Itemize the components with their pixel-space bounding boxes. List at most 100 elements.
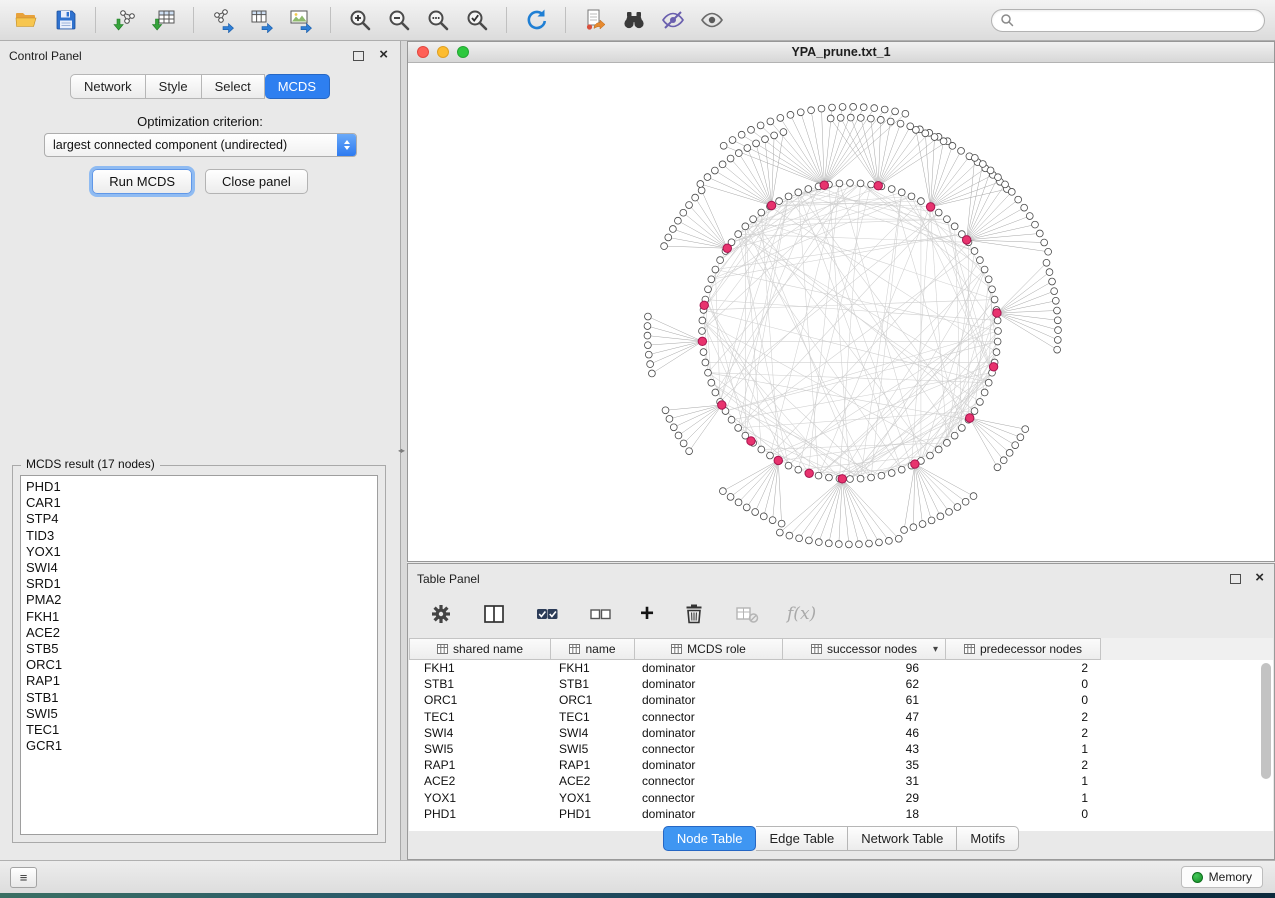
- table-cell: STB1: [551, 676, 635, 692]
- save-session-button[interactable]: [49, 3, 83, 37]
- zoom-selected-button[interactable]: [460, 3, 494, 37]
- column-header-shared-name[interactable]: shared name: [409, 638, 551, 660]
- table-row[interactable]: SWI4SWI4dominator462: [409, 725, 1273, 741]
- mcds-node[interactable]: PMA2: [26, 592, 372, 608]
- network-canvas: [408, 63, 1274, 561]
- open-file-button[interactable]: [10, 3, 44, 37]
- network-view[interactable]: [408, 63, 1274, 561]
- table-row[interactable]: YOX1YOX1connector291: [409, 790, 1273, 806]
- mcds-node[interactable]: SWI5: [26, 706, 372, 722]
- mcds-node[interactable]: GCR1: [26, 738, 372, 754]
- mcds-node[interactable]: ORC1: [26, 657, 372, 673]
- mcds-node[interactable]: RAP1: [26, 673, 372, 689]
- add-column-button[interactable]: +: [640, 604, 654, 624]
- export-network-icon: [210, 7, 236, 33]
- select-all-button[interactable]: [534, 601, 560, 627]
- run-mcds-button[interactable]: Run MCDS: [92, 169, 192, 194]
- memory-button[interactable]: Memory: [1181, 866, 1263, 888]
- table-cell: ACE2: [409, 773, 551, 789]
- function-builder-button-disabled: f(x): [787, 604, 816, 624]
- export-image-button[interactable]: [284, 3, 318, 37]
- table-scrollbar-thumb[interactable]: [1261, 663, 1271, 779]
- window-minimize-button[interactable]: [437, 46, 449, 58]
- deselect-all-button[interactable]: [587, 601, 613, 627]
- column-header-successor-nodes[interactable]: successor nodes ▾: [783, 638, 946, 660]
- table-panel-header: Table Panel ×: [408, 564, 1274, 592]
- network-window-titlebar[interactable]: YPA_prune.txt_1: [408, 42, 1274, 63]
- tab-select[interactable]: Select: [202, 74, 265, 99]
- mcds-node[interactable]: STP4: [26, 511, 372, 527]
- mcds-node[interactable]: SWI4: [26, 560, 372, 576]
- delete-column-button[interactable]: [681, 601, 707, 627]
- status-menu-button[interactable]: ≡: [10, 867, 37, 888]
- open-folder-icon: [14, 7, 40, 33]
- hide-selected-button[interactable]: [656, 3, 690, 37]
- zoom-out-button[interactable]: [382, 3, 416, 37]
- zoom-fit-button[interactable]: [421, 3, 455, 37]
- mcds-node[interactable]: YOX1: [26, 544, 372, 560]
- float-window-button[interactable]: [353, 51, 364, 61]
- mcds-node[interactable]: FKH1: [26, 609, 372, 625]
- close-panel-button[interactable]: ×: [379, 46, 388, 64]
- table-row[interactable]: ACE2ACE2connector311: [409, 773, 1273, 789]
- tab-edge-table[interactable]: Edge Table: [756, 826, 848, 851]
- tab-network[interactable]: Network: [70, 74, 146, 99]
- table-cell: YOX1: [409, 790, 551, 806]
- mcds-node[interactable]: TEC1: [26, 722, 372, 738]
- close-panel-button[interactable]: ×: [1255, 569, 1264, 587]
- apply-style-button[interactable]: [578, 3, 612, 37]
- mcds-node[interactable]: STB1: [26, 690, 372, 706]
- sort-indicator-icon[interactable]: ▾: [933, 644, 938, 655]
- status-bar: ≡ Memory: [0, 860, 1275, 893]
- table-row[interactable]: RAP1RAP1dominator352: [409, 757, 1273, 773]
- first-neighbors-button[interactable]: [617, 3, 651, 37]
- tab-mcds[interactable]: MCDS: [265, 74, 330, 99]
- mcds-node[interactable]: CAR1: [26, 495, 372, 511]
- show-all-button[interactable]: [695, 3, 729, 37]
- export-table-button[interactable]: [245, 3, 279, 37]
- table-cell: ACE2: [551, 773, 635, 789]
- table-settings-button[interactable]: [428, 601, 454, 627]
- mcds-result-list[interactable]: PHD1CAR1STP4TID3YOX1SWI4SRD1PMA2FKH1ACE2…: [20, 475, 378, 835]
- mcds-node[interactable]: ACE2: [26, 625, 372, 641]
- table-row[interactable]: ORC1ORC1dominator610: [409, 692, 1273, 708]
- refresh-button[interactable]: [519, 3, 553, 37]
- column-header-name[interactable]: name: [551, 638, 635, 660]
- column-type-icon: [569, 644, 580, 654]
- table-cell: 96: [783, 660, 946, 676]
- tab-motifs[interactable]: Motifs: [957, 826, 1019, 851]
- mcds-node[interactable]: SRD1: [26, 576, 372, 592]
- search-input[interactable]: [1019, 13, 1256, 27]
- optimization-select[interactable]: largest connected component (undirected): [44, 133, 357, 157]
- table-row[interactable]: FKH1FKH1dominator962: [409, 660, 1273, 676]
- import-network-button[interactable]: [108, 3, 142, 37]
- tab-style[interactable]: Style: [146, 74, 202, 99]
- splitter-collapse-icon[interactable]: ◂▸: [398, 446, 404, 455]
- table-row[interactable]: TEC1TEC1connector472: [409, 709, 1273, 725]
- table-row[interactable]: PHD1PHD1dominator180: [409, 806, 1273, 822]
- window-close-button[interactable]: [417, 46, 429, 58]
- deselect-all-icon: [587, 601, 613, 627]
- tab-node-table[interactable]: Node Table: [663, 826, 757, 851]
- zoom-in-button[interactable]: [343, 3, 377, 37]
- mcds-node[interactable]: PHD1: [26, 479, 372, 495]
- table-cell: 43: [783, 741, 946, 757]
- mcds-node[interactable]: STB5: [26, 641, 372, 657]
- table-row[interactable]: SWI5SWI5connector431: [409, 741, 1273, 757]
- show-columns-button[interactable]: [481, 601, 507, 627]
- memory-status-icon: [1192, 872, 1203, 883]
- close-panel-button-2[interactable]: Close panel: [205, 169, 308, 194]
- column-header-predecessor-nodes[interactable]: predecessor nodes: [946, 638, 1101, 660]
- tab-network-table[interactable]: Network Table: [848, 826, 957, 851]
- window-zoom-button[interactable]: [457, 46, 469, 58]
- export-network-button[interactable]: [206, 3, 240, 37]
- table-row[interactable]: STB1STB1dominator620: [409, 676, 1273, 692]
- mcds-node[interactable]: TID3: [26, 528, 372, 544]
- optimization-criterion-label: Optimization criterion:: [0, 114, 400, 129]
- table-cell: 31: [783, 773, 946, 789]
- mcds-result-group: MCDS result (17 nodes) PHD1CAR1STP4TID3Y…: [12, 465, 386, 843]
- float-window-button[interactable]: [1230, 574, 1241, 584]
- column-header-mcds-role[interactable]: MCDS role: [635, 638, 783, 660]
- import-table-button[interactable]: [147, 3, 181, 37]
- toolbar-separator: [506, 7, 507, 33]
